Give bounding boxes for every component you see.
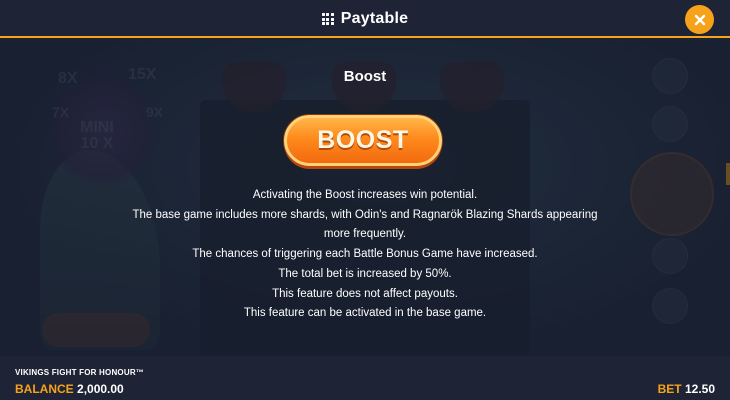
description-line: This feature does not affect payouts. [272, 287, 458, 300]
description-line: Activating the Boost increases win poten… [252, 189, 478, 201]
close-icon [694, 14, 705, 25]
boost-description: Activating the Boost increases win poten… [130, 186, 600, 324]
section-title: Boost [343, 68, 387, 85]
balance-label: BALANCE [15, 382, 74, 396]
close-button[interactable] [685, 5, 714, 34]
description-line: The chances of triggering each Battle Bo… [192, 248, 538, 261]
description-line: The total bet is increased by 50%. [278, 267, 452, 280]
page-title: Paytable [340, 10, 409, 27]
balance-value: 2,000.00 [77, 382, 124, 396]
game-name: VIKINGS FIGHT FOR HONOUR™ [15, 368, 144, 377]
description-line: This feature can be activated in the bas… [243, 307, 487, 320]
bet-display: BET 12.50 [658, 382, 715, 396]
bet-value: 12.50 [684, 382, 715, 396]
boost-button-label: BOOST [317, 126, 409, 154]
bet-label: BET [657, 382, 682, 396]
balance-display: BALANCE 2,000.00 [15, 382, 124, 396]
status-bar: VIKINGS FIGHT FOR HONOUR™ BALANCE 2,000.… [0, 356, 730, 400]
boost-button-illustration: BOOST [284, 115, 442, 166]
grid-icon [321, 13, 334, 25]
paytable-header: Paytable [0, 0, 730, 38]
description-line: The base game includes more shards, with… [132, 208, 598, 241]
